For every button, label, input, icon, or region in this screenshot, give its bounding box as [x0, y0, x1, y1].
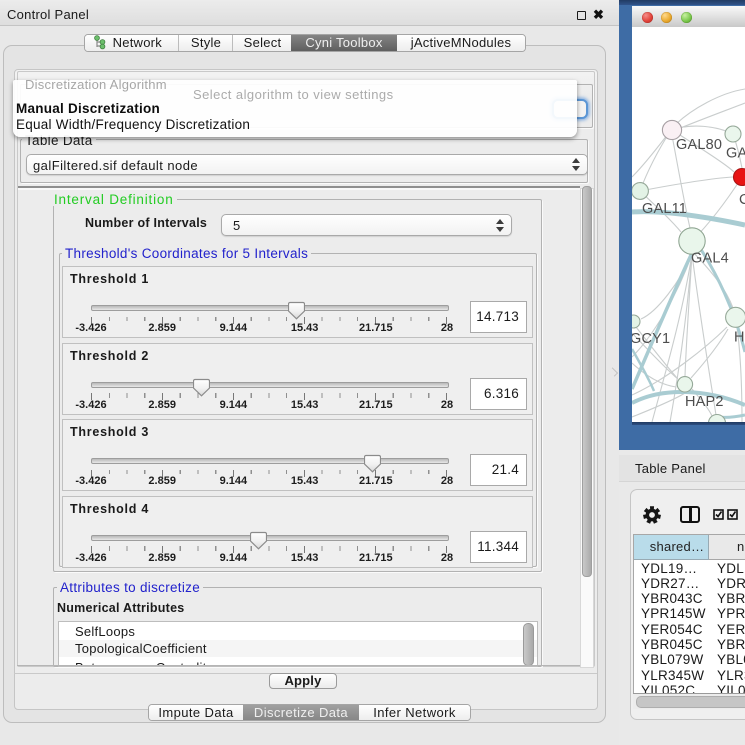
svg-text:CO: CO — [739, 192, 745, 208]
svg-text:GAL11: GAL11 — [642, 201, 687, 217]
svg-text:GA: GA — [726, 146, 745, 162]
svg-text:HAP2: HAP2 — [685, 394, 724, 410]
svg-text:GCY1: GCY1 — [632, 331, 670, 347]
svg-text:HI: HI — [734, 330, 745, 346]
svg-text:GAL4: GAL4 — [691, 251, 729, 267]
svg-text:GAL80: GAL80 — [676, 137, 722, 153]
